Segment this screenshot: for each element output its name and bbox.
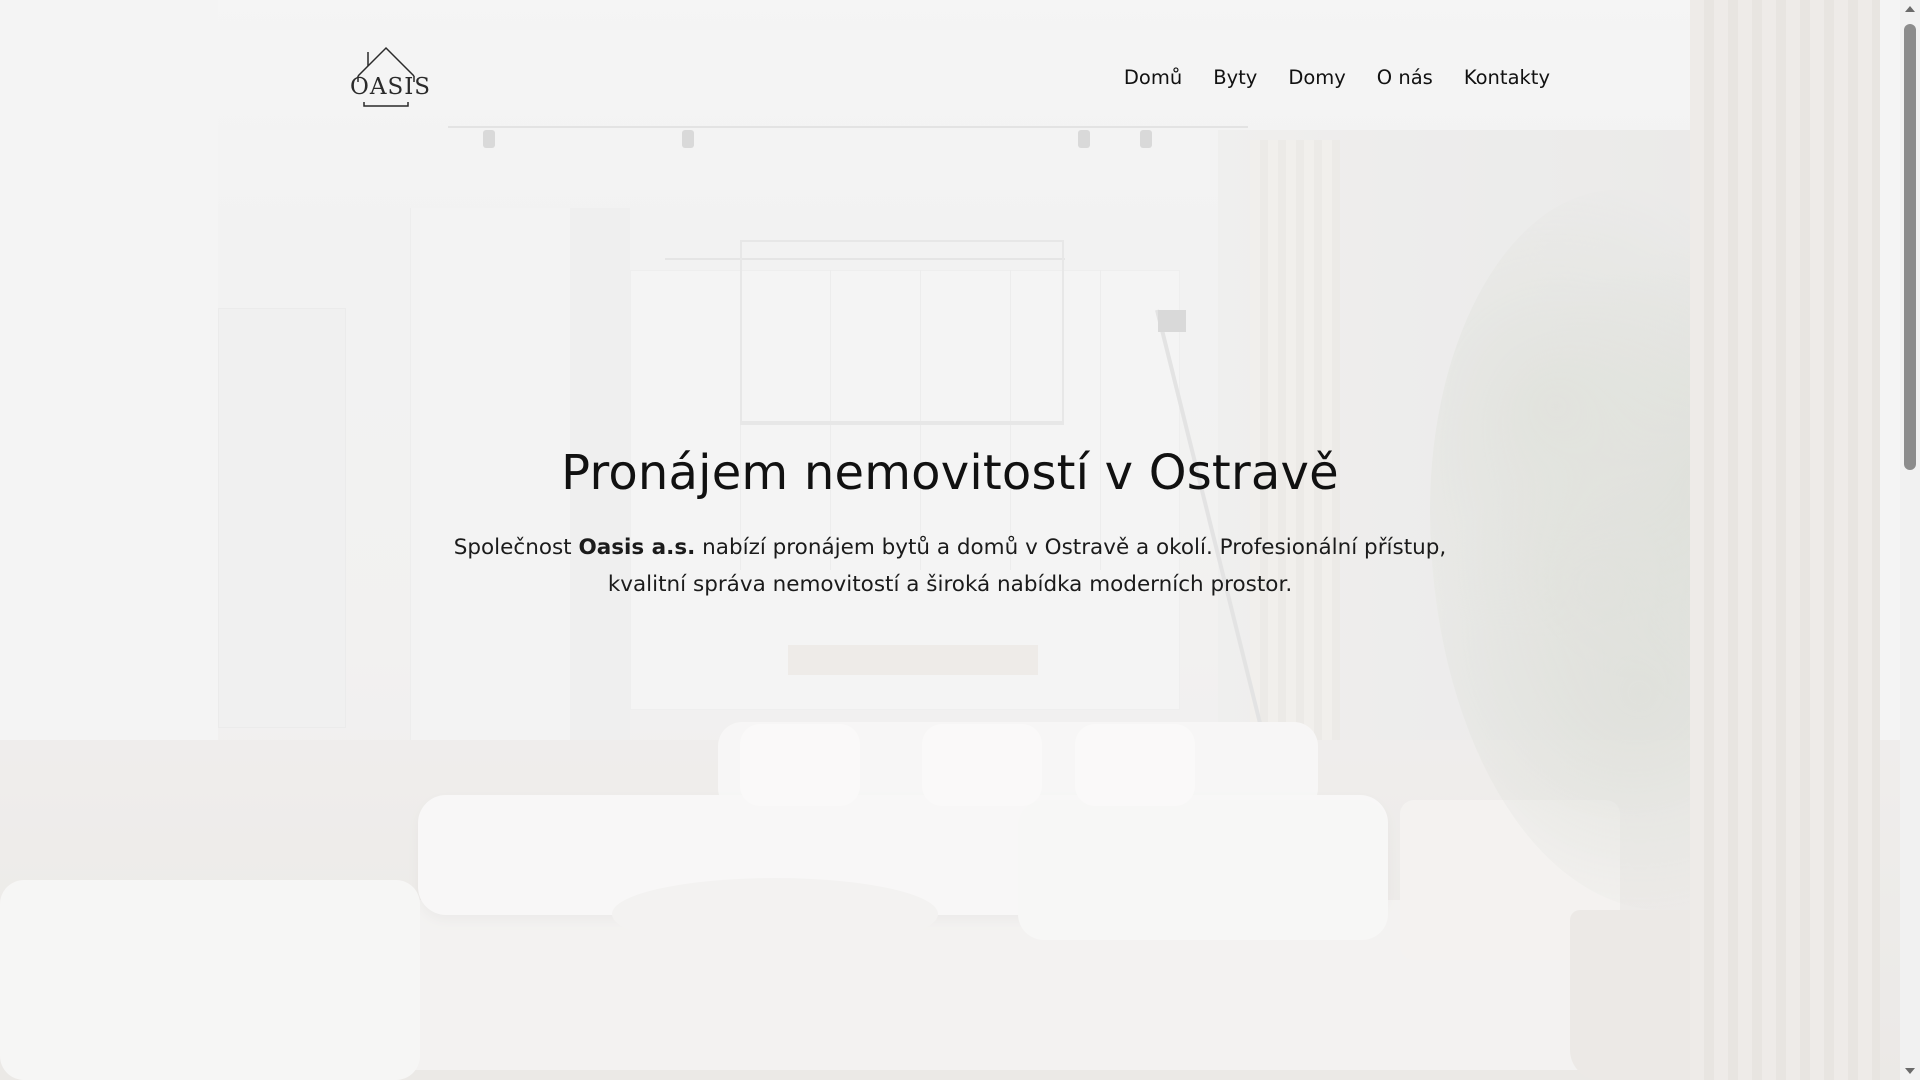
scroll-up-arrow-icon[interactable] (1900, 0, 1920, 18)
nav-item-home[interactable]: Domů (1124, 66, 1182, 89)
nav-item-about[interactable]: O nás (1377, 66, 1433, 89)
hero-company-name: Oasis a.s. (578, 535, 696, 560)
scrollbar-thumb[interactable] (1904, 24, 1916, 470)
hero-title: Pronájem nemovitostí v Ostravě (561, 445, 1339, 501)
nav-item-houses[interactable]: Domy (1288, 66, 1345, 89)
main-nav: Domů Byty Domy O nás Kontakty (1124, 66, 1550, 89)
hero-desc-prefix: Společnost (453, 535, 579, 560)
hero-section: Pronájem nemovitostí v Ostravě Společnos… (0, 445, 1900, 603)
hero-desc-suffix: nabízí pronájem bytů a domů v Ostravě a … (607, 535, 1447, 597)
nav-item-contacts[interactable]: Kontakty (1464, 66, 1550, 89)
logo-text: OASIS (350, 74, 432, 100)
site-logo[interactable]: OASIS (350, 46, 432, 110)
vertical-scrollbar[interactable] (1900, 0, 1920, 1080)
site-header: OASIS Domů Byty Domy O nás Kontakty (0, 0, 1900, 140)
hero-description: Společnost Oasis a.s. nabízí pronájem by… (445, 529, 1455, 603)
scroll-down-arrow-icon[interactable] (1900, 1062, 1920, 1080)
nav-item-apartments[interactable]: Byty (1213, 66, 1257, 89)
